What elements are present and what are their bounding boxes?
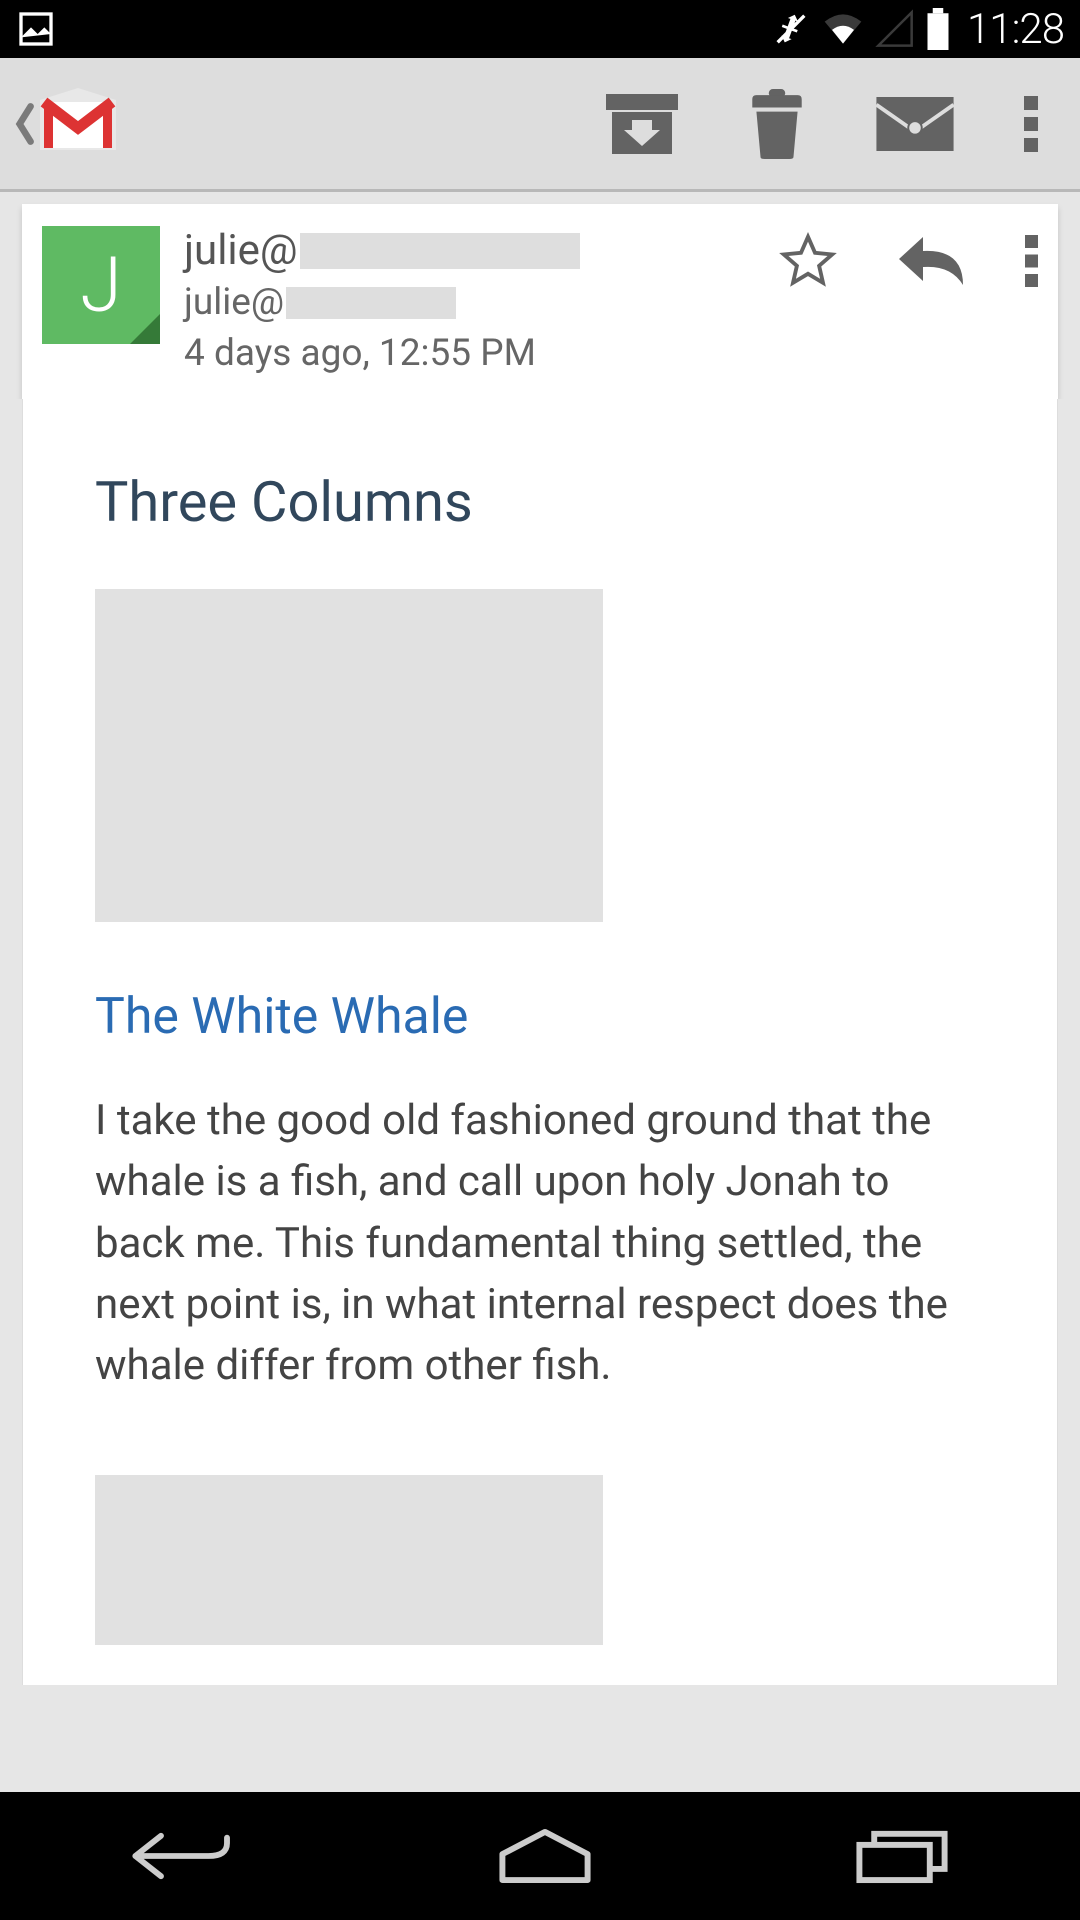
star-outline-icon	[779, 232, 837, 290]
system-nav-bar	[0, 1792, 1080, 1920]
more-vert-icon	[1024, 95, 1038, 153]
mark-unread-button[interactable]	[876, 97, 954, 151]
reply-icon	[895, 232, 967, 290]
star-button[interactable]	[779, 232, 837, 290]
message-header: J julie@ julie@ 4 days ago, 12:55 PM	[22, 204, 1058, 399]
back-icon	[128, 1828, 238, 1884]
redacted-text	[286, 287, 456, 319]
battery-icon	[925, 8, 951, 50]
picture-icon	[16, 9, 56, 49]
sender-avatar[interactable]: J	[42, 226, 160, 344]
trash-icon	[748, 89, 806, 159]
status-right: 11:28	[771, 5, 1064, 54]
email-paragraph: I take the good old fashioned ground tha…	[95, 1090, 985, 1397]
reply-button[interactable]	[895, 232, 967, 290]
message-header-actions	[779, 226, 1038, 290]
message-body[interactable]: Three Columns The White Whale I take the…	[22, 399, 1058, 1685]
redacted-text	[300, 233, 580, 269]
vibrate-icon	[771, 9, 811, 49]
email-subheading: The White Whale	[95, 988, 985, 1046]
status-left	[16, 9, 56, 49]
email-heading: Three Columns	[95, 469, 985, 535]
archive-button[interactable]	[606, 92, 678, 156]
sender-initial: J	[80, 240, 122, 330]
more-vert-icon	[1025, 234, 1038, 288]
sender-info[interactable]: julie@ julie@ 4 days ago, 12:55 PM	[184, 226, 755, 375]
from-email-prefix: julie@	[184, 226, 298, 275]
message-body-container: Three Columns The White Whale I take the…	[0, 399, 1080, 1685]
archive-icon	[606, 92, 678, 156]
overflow-menu-button[interactable]	[1024, 95, 1038, 153]
recent-apps-icon	[852, 1828, 952, 1884]
delete-button[interactable]	[748, 89, 806, 159]
avatar-corner	[130, 314, 160, 344]
nav-home-button[interactable]	[495, 1828, 595, 1884]
signal-icon	[875, 9, 915, 49]
envelope-icon	[876, 97, 954, 151]
action-bar-actions	[606, 89, 1038, 159]
app-container: J julie@ julie@ 4 days ago, 12:55 PM	[0, 58, 1080, 1792]
message-overflow-button[interactable]	[1025, 234, 1038, 288]
from-line: julie@	[184, 226, 755, 275]
message-timestamp: 4 days ago, 12:55 PM	[184, 332, 755, 375]
action-bar	[0, 58, 1080, 192]
wifi-icon	[821, 9, 865, 49]
status-time: 11:28	[967, 5, 1064, 54]
nav-recent-button[interactable]	[852, 1828, 952, 1884]
image-placeholder	[95, 1475, 603, 1645]
status-bar: 11:28	[0, 0, 1080, 58]
gmail-icon[interactable]	[32, 78, 124, 170]
message-header-card: J julie@ julie@ 4 days ago, 12:55 PM	[22, 204, 1058, 399]
home-icon	[495, 1828, 595, 1884]
to-email-prefix: julie@	[184, 281, 284, 324]
to-line: julie@	[184, 281, 755, 324]
nav-back-button[interactable]	[128, 1828, 238, 1884]
image-placeholder	[95, 589, 603, 922]
